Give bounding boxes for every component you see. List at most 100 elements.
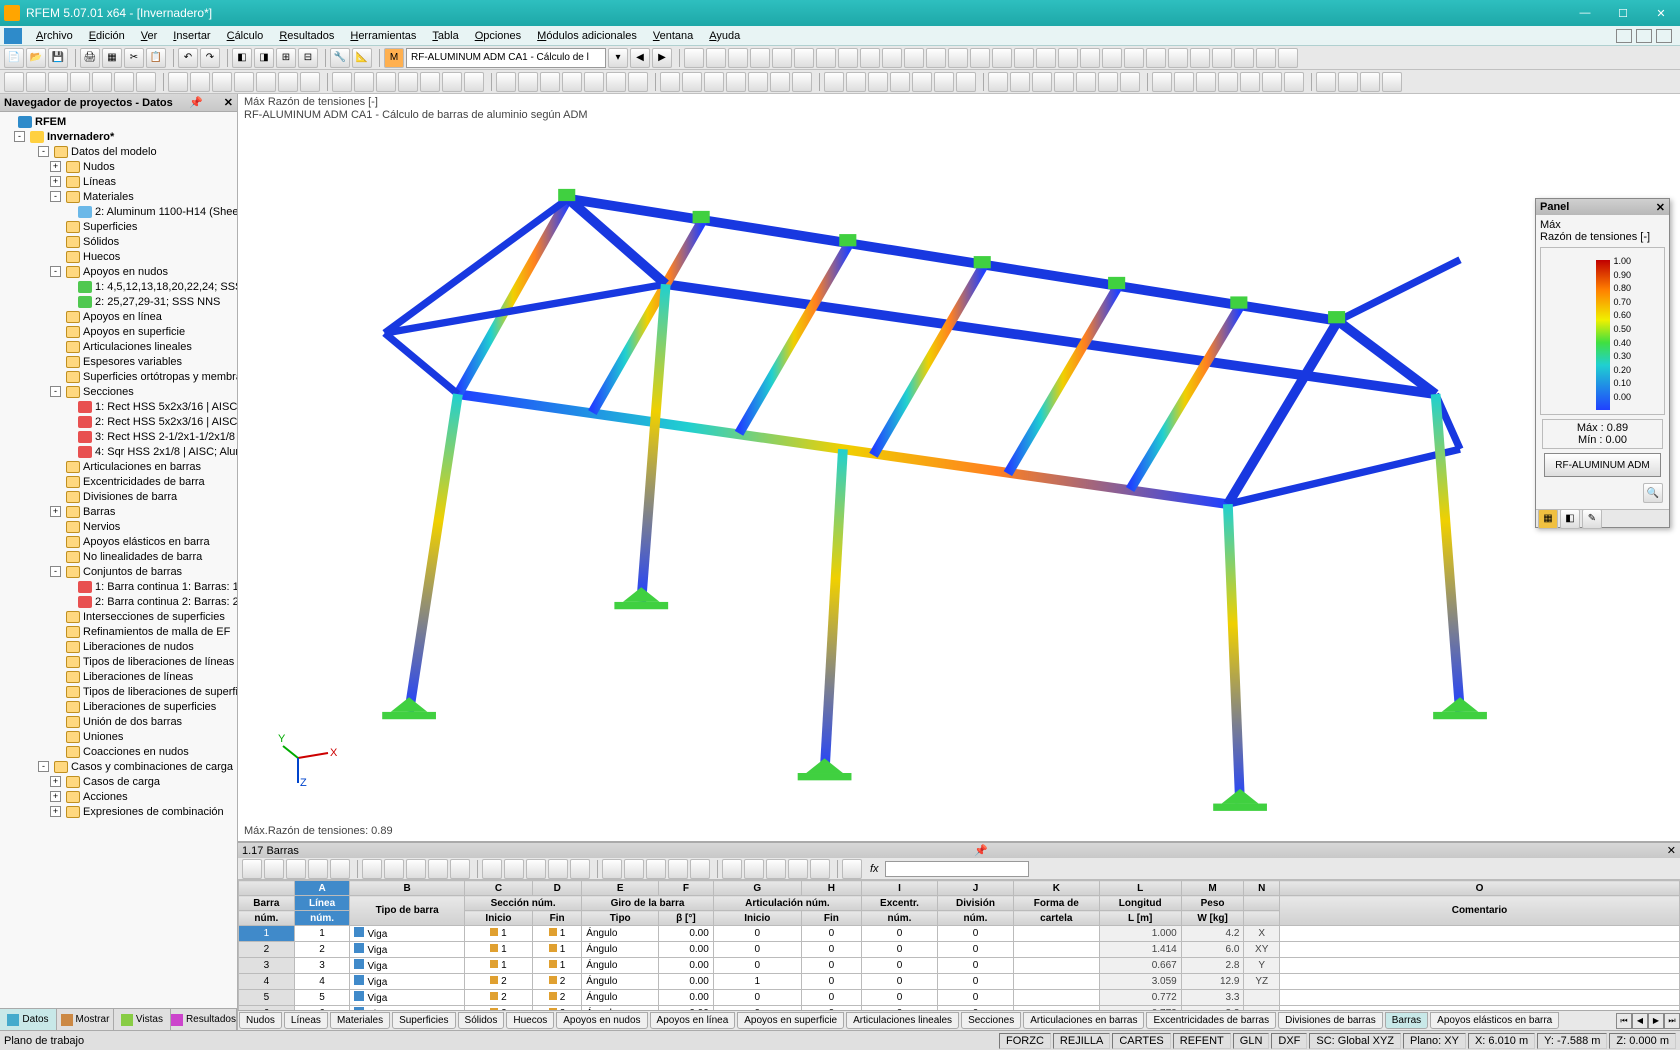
tree-node[interactable]: Coacciones en nudos	[2, 744, 235, 759]
toolbar-icon[interactable]	[1124, 48, 1144, 68]
toolbar-icon[interactable]	[518, 72, 538, 92]
grid-tool-icon[interactable]	[722, 859, 742, 879]
toolbar-icon[interactable]	[1338, 72, 1358, 92]
tb-icon[interactable]: ✂	[124, 48, 144, 68]
tree-node[interactable]: 3: Rect HSS 2-1/2x1-1/2x1/8 | A	[2, 429, 235, 444]
toolbar-icon[interactable]	[628, 72, 648, 92]
menu-item[interactable]: Módulos adicionales	[529, 30, 645, 42]
toolbar-icon[interactable]	[860, 48, 880, 68]
tree-node[interactable]: Unión de dos barras	[2, 714, 235, 729]
toolbar-icon[interactable]	[988, 72, 1008, 92]
toolbar-icon[interactable]	[792, 72, 812, 92]
menu-item[interactable]: Ver	[133, 30, 166, 42]
nav-tab[interactable]: Vistas	[114, 1009, 171, 1030]
toolbar-icon[interactable]	[660, 72, 680, 92]
toolbar-icon[interactable]	[750, 48, 770, 68]
redo-icon[interactable]: ↷	[200, 48, 220, 68]
grid-tool-icon[interactable]	[668, 859, 688, 879]
toolbar-icon[interactable]	[704, 72, 724, 92]
grid-tool-icon[interactable]	[810, 859, 830, 879]
menu-item[interactable]: Tabla	[424, 30, 466, 42]
toolbar-icon[interactable]	[1168, 48, 1188, 68]
nav-tab[interactable]: Datos	[0, 1009, 57, 1030]
toolbar-icon[interactable]	[1174, 72, 1194, 92]
status-toggle[interactable]: FORZC	[999, 1033, 1051, 1049]
tree-node[interactable]: Apoyos elásticos en barra	[2, 534, 235, 549]
toolbar-icon[interactable]	[1032, 72, 1052, 92]
menu-item[interactable]: Opciones	[467, 30, 529, 42]
toolbar-icon[interactable]	[376, 72, 396, 92]
grid-tool-icon[interactable]	[482, 859, 502, 879]
grid-tool-icon[interactable]	[570, 859, 590, 879]
grid-tool-icon[interactable]	[504, 859, 524, 879]
toolbar-icon[interactable]	[772, 48, 792, 68]
table-tab[interactable]: Barras	[1385, 1012, 1428, 1029]
toolbar-icon[interactable]	[420, 72, 440, 92]
results-combo[interactable]: RF-ALUMINUM ADM CA1 - Cálculo de l	[406, 48, 606, 68]
table-tab[interactable]: Apoyos en línea	[650, 1012, 736, 1029]
status-toggle[interactable]: GLN	[1233, 1033, 1270, 1049]
grid-tool-icon[interactable]	[602, 859, 622, 879]
toolbar-icon[interactable]	[1152, 72, 1172, 92]
tab-last-icon[interactable]: ⏭	[1664, 1013, 1680, 1029]
menu-item[interactable]: Insertar	[165, 30, 218, 42]
toolbar-icon[interactable]	[464, 72, 484, 92]
tree-node[interactable]: -Secciones	[2, 384, 235, 399]
tb-icon[interactable]: 🔧	[330, 48, 350, 68]
tree-node[interactable]: 2: Barra continua 2: Barras: 29,2	[2, 594, 235, 609]
maximize-button[interactable]: ☐	[1608, 3, 1638, 23]
tree-node[interactable]: +Expresiones de combinación	[2, 804, 235, 819]
tree-node[interactable]: +Nudos	[2, 159, 235, 174]
toolbar-icon[interactable]	[1146, 48, 1166, 68]
tree-node[interactable]: +Barras	[2, 504, 235, 519]
tree-node[interactable]: Tipos de liberaciones de líneas	[2, 654, 235, 669]
menu-item[interactable]: Cálculo	[219, 30, 272, 42]
tree-node[interactable]: -Datos del modelo	[2, 144, 235, 159]
status-toggle[interactable]: REJILLA	[1053, 1033, 1110, 1049]
grid-tool-icon[interactable]	[548, 859, 568, 879]
toolbar-icon[interactable]	[728, 48, 748, 68]
tree-node[interactable]: Nervios	[2, 519, 235, 534]
grid-tool-icon[interactable]	[744, 859, 764, 879]
tree-node[interactable]: Divisiones de barra	[2, 489, 235, 504]
tree-node[interactable]: Excentricidades de barra	[2, 474, 235, 489]
toolbar-icon[interactable]	[770, 72, 790, 92]
table-tab[interactable]: Divisiones de barras	[1278, 1012, 1383, 1029]
toolbar-icon[interactable]	[1262, 72, 1282, 92]
dropdown-icon[interactable]: ▾	[608, 48, 628, 68]
toolbar-icon[interactable]	[496, 72, 516, 92]
status-toggle[interactable]: CARTES	[1112, 1033, 1170, 1049]
toolbar-icon[interactable]	[934, 72, 954, 92]
tb-icon[interactable]: ◨	[254, 48, 274, 68]
undo-icon[interactable]: ↶	[178, 48, 198, 68]
toolbar-icon[interactable]	[1256, 48, 1276, 68]
tree-node[interactable]: Apoyos en línea	[2, 309, 235, 324]
toolbar-icon[interactable]	[794, 48, 814, 68]
tree-node[interactable]: 1: 4,5,12,13,18,20,22,24; SSS NN	[2, 279, 235, 294]
toolbar-icon[interactable]	[882, 48, 902, 68]
toolbar-icon[interactable]	[606, 72, 626, 92]
grid-tool-icon[interactable]	[450, 859, 470, 879]
tab-first-icon[interactable]: ⏮	[1616, 1013, 1632, 1029]
tree-node[interactable]: 2: Rect HSS 5x2x3/16 | AISC; Alu	[2, 414, 235, 429]
toolbar-icon[interactable]	[1382, 72, 1402, 92]
toolbar-icon[interactable]	[846, 72, 866, 92]
tree-node[interactable]: Apoyos en superficie	[2, 324, 235, 339]
toolbar-icon[interactable]	[136, 72, 156, 92]
toolbar-icon[interactable]	[1284, 72, 1304, 92]
table-tab[interactable]: Apoyos en superficie	[737, 1012, 844, 1029]
pin-icon[interactable]: 📌	[974, 844, 988, 857]
close-icon[interactable]: ✕	[224, 96, 233, 109]
nav-tab[interactable]: Resultados	[171, 1009, 237, 1030]
toolbar-icon[interactable]	[1218, 72, 1238, 92]
table-tab[interactable]: Excentricidades de barras	[1146, 1012, 1276, 1029]
toolbar-icon[interactable]	[1054, 72, 1074, 92]
toolbar-icon[interactable]	[190, 72, 210, 92]
tab-next-icon[interactable]: ▶	[1648, 1013, 1664, 1029]
toolbar-icon[interactable]	[1212, 48, 1232, 68]
panel-module-button[interactable]: RF-ALUMINUM ADM	[1544, 453, 1661, 477]
menu-item[interactable]: Resultados	[271, 30, 342, 42]
menu-item[interactable]: Herramientas	[342, 30, 424, 42]
table-tab[interactable]: Secciones	[961, 1012, 1021, 1029]
toolbar-icon[interactable]	[540, 72, 560, 92]
